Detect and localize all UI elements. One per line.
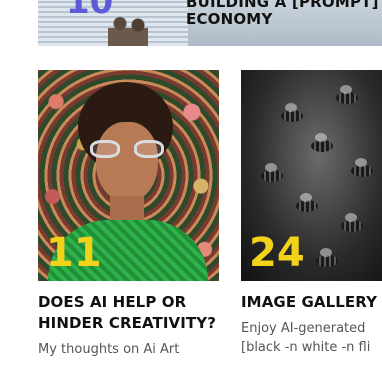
card-number: 11 xyxy=(46,230,102,276)
bee-illustration xyxy=(261,163,283,182)
banner-card[interactable]: 10 BUILDING A [PROMPT] ECONOMY xyxy=(38,0,382,46)
card-description-gallery: Enjoy AI-generated [black -n white -n fl… xyxy=(241,319,382,357)
bee-illustration xyxy=(296,193,318,212)
bee-illustration xyxy=(311,133,333,152)
bee-illustration xyxy=(351,158,373,177)
card-title-creativity[interactable]: DOES AI HELP OR HINDER CREATIVITY? xyxy=(38,292,228,334)
bee-illustration xyxy=(316,248,338,267)
bee-illustration xyxy=(336,85,358,104)
portrait-face xyxy=(96,122,158,202)
bee-illustration xyxy=(281,103,303,122)
bee-illustration xyxy=(341,213,363,232)
card-description-creativity: My thoughts on Ai Art xyxy=(38,342,180,357)
banner-title[interactable]: BUILDING A [PROMPT] ECONOMY xyxy=(186,0,382,28)
card-number: 24 xyxy=(249,230,305,276)
card-title-gallery[interactable]: IMAGE GALLERY xyxy=(241,292,382,313)
card-description-line: Enjoy AI-generated xyxy=(241,321,366,336)
card-image-creativity[interactable]: 11 xyxy=(38,70,219,281)
banner-figures-image xyxy=(108,16,148,46)
card-image-gallery[interactable]: 24 xyxy=(241,70,382,281)
card-description-line: [black -n white -n fli xyxy=(241,340,371,355)
portrait-glasses xyxy=(90,140,164,160)
banner-number: 10 xyxy=(66,0,114,22)
